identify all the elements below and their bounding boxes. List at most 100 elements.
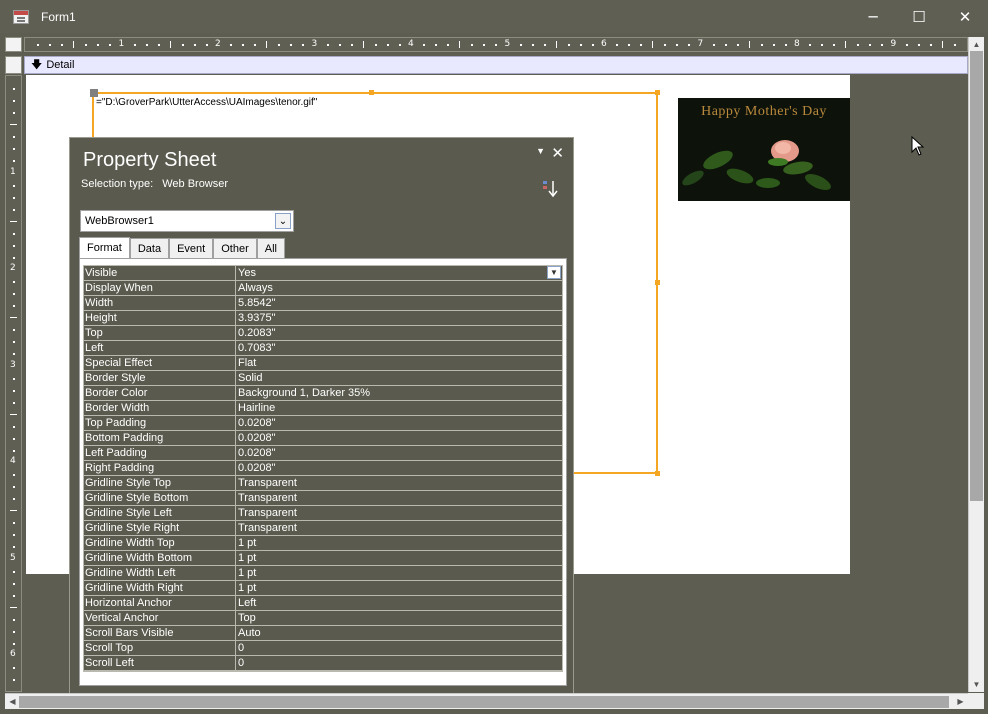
property-value[interactable]: Top <box>236 611 562 625</box>
close-icon: ✕ <box>958 7 972 26</box>
property-value[interactable]: Auto <box>236 626 562 640</box>
property-value[interactable]: 0.2083" <box>236 326 562 340</box>
ruler-tick <box>579 44 582 46</box>
property-row[interactable]: Top Padding 0.0208" <box>84 416 562 431</box>
property-value[interactable]: 1 pt <box>236 536 562 550</box>
tab-format[interactable]: Format <box>79 237 130 258</box>
ruler-tick <box>13 208 15 211</box>
property-row[interactable]: Scroll Left 0 <box>84 656 562 671</box>
property-value[interactable]: 1 pt <box>236 551 562 565</box>
resize-handle-bottom-right[interactable] <box>655 471 660 476</box>
access-form-icon[interactable] <box>13 9 29 24</box>
property-row[interactable]: Gridline Style Top Transparent <box>84 476 562 491</box>
resize-handle-top[interactable] <box>369 90 374 95</box>
vertical-scrollbar[interactable]: ▲ ▼ <box>968 37 984 692</box>
mothers-day-image[interactable]: Happy Mother's Day <box>678 98 850 201</box>
detail-section-bar[interactable]: 🡇 Detail <box>24 56 968 74</box>
property-row[interactable]: Special Effect Flat <box>84 356 562 371</box>
property-row[interactable]: Display When Always <box>84 281 562 296</box>
property-row[interactable]: Height 3.9375" <box>84 311 562 326</box>
property-row[interactable]: Scroll Bars Visible Auto <box>84 626 562 641</box>
property-value[interactable]: 0.0208" <box>236 416 562 430</box>
chevron-down-icon[interactable]: ⌄ <box>275 213 291 229</box>
property-row[interactable]: Scroll Top 0 <box>84 641 562 656</box>
property-value[interactable]: Hairline <box>236 401 562 415</box>
property-row[interactable]: Gridline Style Right Transparent <box>84 521 562 536</box>
property-row[interactable]: Horizontal Anchor Left <box>84 596 562 611</box>
property-value[interactable]: Transparent <box>236 506 562 520</box>
sort-icon[interactable] <box>541 179 559 199</box>
vertical-scroll-thumb[interactable] <box>970 51 983 501</box>
vertical-ruler[interactable]: 1 2 3 4 5 6 <box>5 75 22 692</box>
horizontal-scrollbar[interactable]: ◀ ▶ <box>5 693 968 709</box>
property-row[interactable]: Gridline Width Bottom 1 pt <box>84 551 562 566</box>
property-row[interactable]: Bottom Padding 0.0208" <box>84 431 562 446</box>
property-row[interactable]: Top 0.2083" <box>84 326 562 341</box>
property-row[interactable]: Gridline Style Bottom Transparent <box>84 491 562 506</box>
property-row[interactable]: Gridline Style Left Transparent <box>84 506 562 521</box>
chevron-down-icon[interactable]: ▼ <box>547 266 561 279</box>
property-row[interactable]: Gridline Width Right 1 pt <box>84 581 562 596</box>
property-value[interactable]: Left <box>236 596 562 610</box>
close-button[interactable]: ✕ <box>942 0 988 33</box>
scroll-right-icon[interactable]: ▶ <box>953 694 968 709</box>
property-row[interactable]: Visible Yes ▼ <box>84 266 562 281</box>
form-selector[interactable] <box>5 37 22 52</box>
horizontal-ruler[interactable]: 1 2 3 4 5 6 7 8 9 <box>24 37 968 52</box>
property-row[interactable]: Right Padding 0.0208" <box>84 461 562 476</box>
tab-all[interactable]: All <box>256 238 285 258</box>
property-row[interactable]: Vertical Anchor Top <box>84 611 562 626</box>
maximize-button[interactable]: ☐ <box>896 0 942 33</box>
tab-other[interactable]: Other <box>213 238 257 258</box>
property-value[interactable]: 1 pt <box>236 581 562 595</box>
property-value[interactable]: 5.8542" <box>236 296 562 310</box>
tab-data[interactable]: Data <box>129 238 170 258</box>
panel-menu-icon[interactable]: ▼ <box>536 146 545 156</box>
property-row[interactable]: Width 5.8542" <box>84 296 562 311</box>
property-value[interactable]: Flat <box>236 356 562 370</box>
property-value[interactable]: 0.0208" <box>236 446 562 460</box>
tab-event[interactable]: Event <box>169 238 214 258</box>
object-selector[interactable]: WebBrowser1 ⌄ <box>80 210 294 232</box>
property-row[interactable]: Border Width Hairline <box>84 401 562 416</box>
ruler-tick <box>13 534 15 537</box>
scroll-left-icon[interactable]: ◀ <box>5 694 20 709</box>
horizontal-scroll-thumb[interactable] <box>19 696 949 708</box>
property-row[interactable]: Gridline Width Top 1 pt <box>84 536 562 551</box>
ruler-tick <box>13 498 15 501</box>
ruler-tick <box>845 41 847 48</box>
property-value[interactable]: 0 <box>236 641 562 655</box>
property-row[interactable]: Left 0.7083" <box>84 341 562 356</box>
resize-handle-top-right[interactable] <box>655 90 660 95</box>
move-handle[interactable] <box>90 89 98 97</box>
property-value[interactable]: Solid <box>236 371 562 385</box>
scroll-down-icon[interactable]: ▼ <box>969 677 984 692</box>
resize-handle-right[interactable] <box>655 280 660 285</box>
property-name: Gridline Width Right <box>84 581 236 595</box>
section-selector[interactable] <box>5 56 22 74</box>
property-value[interactable]: 0 <box>236 656 562 670</box>
ruler-tick <box>941 41 943 48</box>
minimize-button[interactable]: ─ <box>850 0 896 33</box>
property-row[interactable]: Left Padding 0.0208" <box>84 446 562 461</box>
ruler-number: 3 <box>10 359 16 370</box>
property-row[interactable]: Gridline Width Left 1 pt <box>84 566 562 581</box>
property-value[interactable]: Background 1, Darker 35% <box>236 386 562 400</box>
property-row[interactable]: Border Color Background 1, Darker 35% <box>84 386 562 401</box>
window-title: Form1 <box>41 9 76 24</box>
property-value[interactable]: 0.0208" <box>236 431 562 445</box>
property-value[interactable]: 3.9375" <box>236 311 562 325</box>
property-value[interactable]: Transparent <box>236 521 562 535</box>
property-value[interactable]: Transparent <box>236 491 562 505</box>
property-value[interactable]: Yes ▼ <box>236 266 562 280</box>
property-value[interactable]: Always <box>236 281 562 295</box>
property-value[interactable]: 1 pt <box>236 566 562 580</box>
property-value[interactable]: 0.7083" <box>236 341 562 355</box>
property-row[interactable]: Border Style Solid <box>84 371 562 386</box>
close-icon[interactable]: ✕ <box>551 144 564 162</box>
property-value[interactable]: 0.0208" <box>236 461 562 475</box>
scroll-up-icon[interactable]: ▲ <box>969 37 984 52</box>
property-value[interactable]: Transparent <box>236 476 562 490</box>
property-value-text: 1 pt <box>238 537 257 549</box>
ruler-tick <box>13 293 15 296</box>
